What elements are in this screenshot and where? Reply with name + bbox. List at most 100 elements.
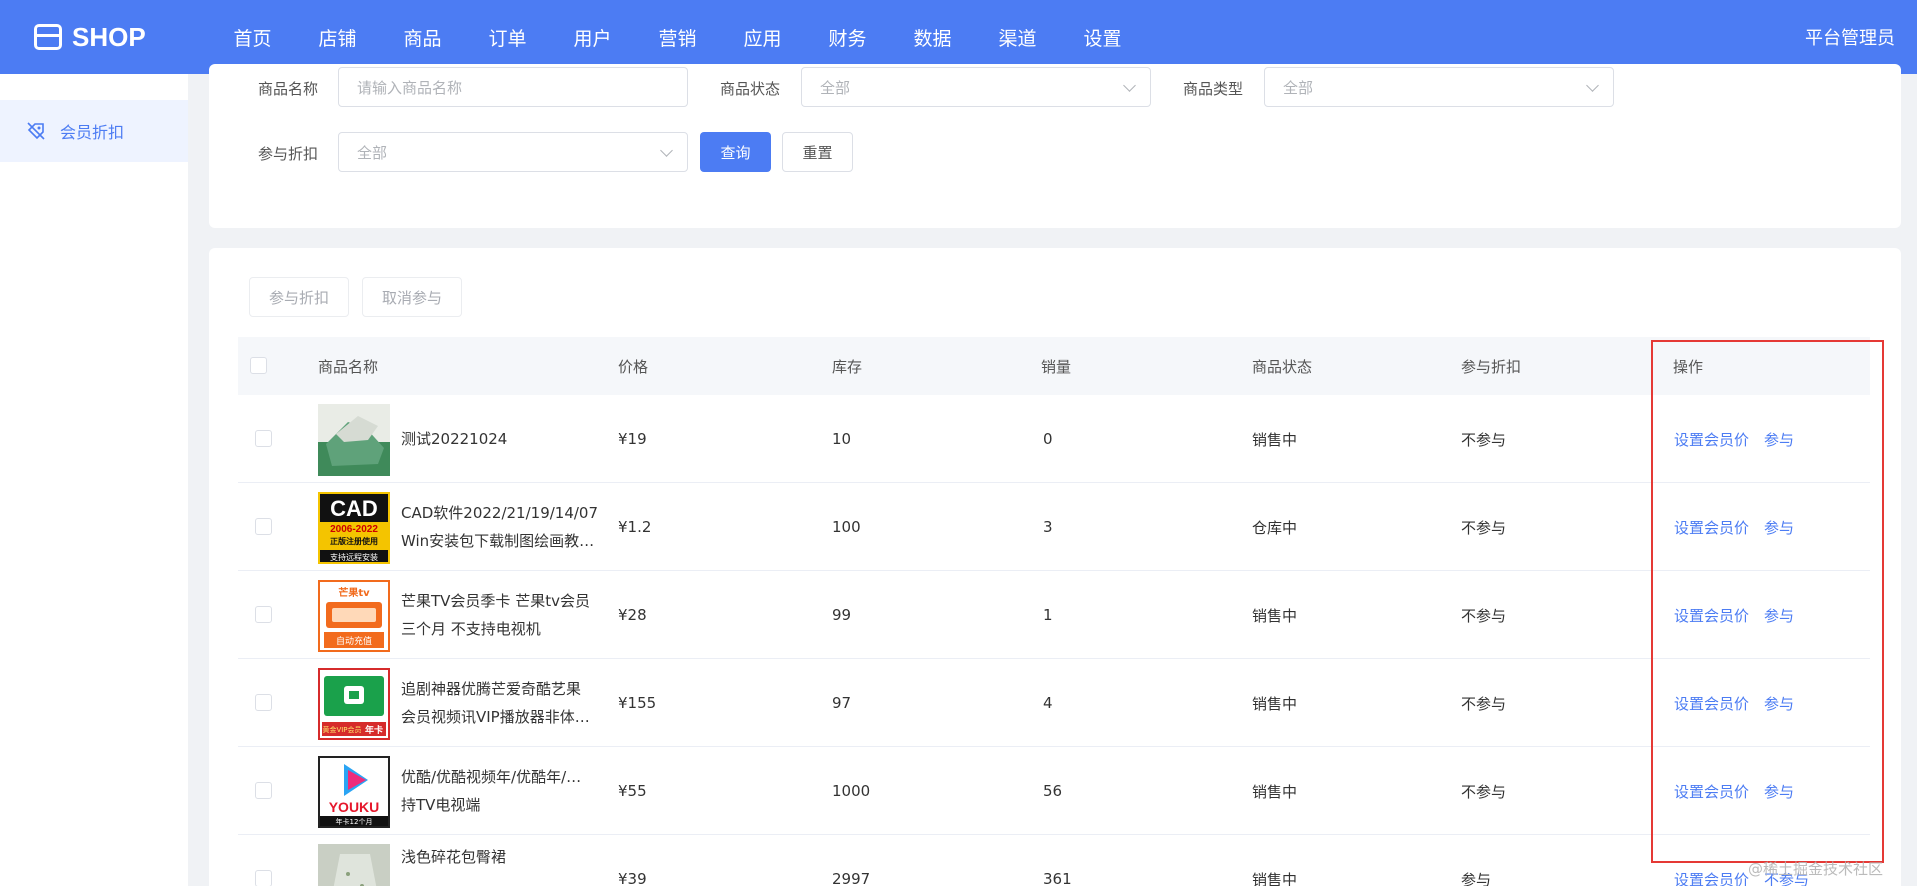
discount-cell: 不参与 <box>1461 782 1507 801</box>
join-discount-button[interactable]: 参与折扣 <box>249 277 349 317</box>
table-row: 芒果tv 自动充值 芒果TV会员季卡 芒果tv会员 三个月 不支持电视机 ¥28… <box>238 571 1870 659</box>
chevron-down-icon <box>1123 79 1136 92</box>
sidebar-item-member-discount[interactable]: 会员折扣 <box>0 100 188 162</box>
sales-cell: 361 <box>1043 870 1072 886</box>
top-nav-bar: SHOP 首页 店铺 商品 订单 用户 营销 应用 财务 数据 渠道 设置 平台… <box>0 0 1917 74</box>
product-thumbnail[interactable] <box>318 404 390 476</box>
status-cell: 销售中 <box>1252 870 1298 886</box>
column-header-name: 商品名称 <box>318 357 379 376</box>
cad-years: 2006-2022 <box>330 524 378 535</box>
product-thumbnail[interactable] <box>318 844 390 886</box>
vip-card-image: 黄金VIP会员 年卡 <box>318 668 390 740</box>
product-name-line: 芒果TV会员季卡 芒果tv会员 <box>401 592 590 610</box>
discount-filter-value: 全部 <box>357 143 388 162</box>
nav-item-users[interactable]: 用户 <box>550 0 635 74</box>
row-checkbox[interactable] <box>255 870 272 886</box>
sales-cell: 0 <box>1043 430 1053 448</box>
discount-filter-select[interactable]: 全部 <box>338 132 688 172</box>
stock-cell: 97 <box>832 694 852 712</box>
sales-cell: 3 <box>1043 518 1053 536</box>
product-name[interactable]: 追剧神器优腾芒爱奇酷艺果 会员视频讯VIP播放器非体… <box>401 659 599 747</box>
cad-title: CAD <box>330 496 378 521</box>
shop-icon <box>34 24 62 50</box>
logo[interactable]: SHOP <box>34 22 184 53</box>
sidebar-item-label: 会员折扣 <box>60 123 125 142</box>
chevron-down-icon <box>660 144 673 157</box>
cad-image: CAD 2006-2022 正版注册使用 支持远程安装 <box>318 492 390 564</box>
sidebar: 会员折扣 <box>0 74 188 886</box>
cad-registered: 正版注册使用 <box>330 536 378 546</box>
product-status-select[interactable]: 全部 <box>801 67 1151 107</box>
nav-item-apps[interactable]: 应用 <box>720 0 805 74</box>
product-name-line: 持TV电视端 <box>401 796 481 814</box>
table-row: 测试20221024 ¥19 10 0 销售中 不参与 设置会员价 参与 <box>238 395 1870 483</box>
column-header-stock: 库存 <box>832 357 863 376</box>
mango-auto-recharge: 自动充值 <box>336 635 372 647</box>
product-name[interactable]: CAD软件2022/21/19/14/07 Win安装包下载制图绘画教… <box>401 483 599 571</box>
price-cell: ¥19 <box>618 430 647 448</box>
product-type-select[interactable]: 全部 <box>1264 67 1614 107</box>
nav-item-finance[interactable]: 财务 <box>805 0 890 74</box>
nav-item-orders[interactable]: 订单 <box>465 0 550 74</box>
product-name-input[interactable]: 请输入商品名称 <box>338 67 688 107</box>
status-cell: 仓库中 <box>1252 518 1298 537</box>
stock-cell: 99 <box>832 606 852 624</box>
table-row: YOUKU 年卡12个月 优酷/优酷视频年/优酷年/… 持TV电视端 ¥55 1… <box>238 747 1870 835</box>
discount-cell: 不参与 <box>1461 694 1507 713</box>
price-cell: ¥28 <box>618 606 647 624</box>
stock-cell: 10 <box>832 430 852 448</box>
product-name[interactable]: 浅色碎花包臀裙 <box>401 835 599 886</box>
product-type-label: 商品类型 <box>1183 80 1244 98</box>
product-name-label: 商品名称 <box>258 80 319 98</box>
cancel-join-button[interactable]: 取消参与 <box>362 277 462 317</box>
product-name-line: 追剧神器优腾芒爱奇酷艺果 <box>401 680 582 698</box>
sales-cell: 56 <box>1043 782 1063 800</box>
sales-cell: 4 <box>1043 694 1053 712</box>
discount-cell: 不参与 <box>1461 518 1507 537</box>
nav-item-marketing[interactable]: 营销 <box>635 0 720 74</box>
stock-cell: 100 <box>832 518 861 536</box>
admin-menu[interactable]: 平台管理员 <box>1805 0 1895 74</box>
product-thumbnail[interactable]: 黄金VIP会员 年卡 <box>318 668 390 740</box>
table-header: 商品名称 价格 库存 销量 商品状态 参与折扣 操作 <box>238 337 1870 395</box>
nav-item-data[interactable]: 数据 <box>890 0 975 74</box>
query-button[interactable]: 查询 <box>700 132 771 172</box>
product-name-line: 浅色碎花包臀裙 <box>401 848 507 866</box>
product-name[interactable]: 优酷/优酷视频年/优酷年/… 持TV电视端 <box>401 747 599 835</box>
product-name-line: CAD软件2022/21/19/14/07 <box>401 504 599 522</box>
product-thumbnail[interactable]: 芒果tv 自动充值 <box>318 580 390 652</box>
row-checkbox[interactable] <box>255 782 272 799</box>
select-all-checkbox[interactable] <box>250 357 267 374</box>
nav-item-settings[interactable]: 设置 <box>1060 0 1145 74</box>
product-status-label: 商品状态 <box>720 80 781 98</box>
nav-item-channels[interactable]: 渠道 <box>975 0 1060 74</box>
youku-brand: YOUKU <box>329 799 380 815</box>
row-checkbox[interactable] <box>255 518 272 535</box>
discount-cell: 不参与 <box>1461 606 1507 625</box>
nav-item-products[interactable]: 商品 <box>380 0 465 74</box>
row-checkbox[interactable] <box>255 430 272 447</box>
mango-brand: 芒果tv <box>338 586 370 599</box>
chevron-down-icon <box>1586 79 1599 92</box>
cad-remote-install: 支持远程安装 <box>330 552 378 562</box>
table-row: CAD 2006-2022 正版注册使用 支持远程安装 CAD软件2022/21… <box>238 483 1870 571</box>
nav-item-home[interactable]: 首页 <box>210 0 295 74</box>
logo-text: SHOP <box>72 21 146 52</box>
product-name[interactable]: 芒果TV会员季卡 芒果tv会员 三个月 不支持电视机 <box>401 571 599 659</box>
price-cell: ¥39 <box>618 870 647 886</box>
youku-year-card: 年卡12个月 <box>336 817 373 826</box>
product-thumbnail[interactable]: YOUKU 年卡12个月 <box>318 756 390 828</box>
nav-item-store[interactable]: 店铺 <box>295 0 380 74</box>
discount-cell: 不参与 <box>1461 430 1507 449</box>
reset-button[interactable]: 重置 <box>782 132 853 172</box>
row-checkbox[interactable] <box>255 606 272 623</box>
product-thumbnail[interactable]: CAD 2006-2022 正版注册使用 支持远程安装 <box>318 492 390 564</box>
price-cell: ¥1.2 <box>618 518 652 536</box>
product-name-line: 会员视频讯VIP播放器非体… <box>401 708 590 726</box>
status-cell: 销售中 <box>1252 606 1298 625</box>
row-checkbox[interactable] <box>255 694 272 711</box>
product-name[interactable]: 测试20221024 <box>401 395 599 483</box>
column-header-status: 商品状态 <box>1252 357 1313 376</box>
product-name-line: Win安装包下载制图绘画教… <box>401 532 595 550</box>
vip-year-card: 年卡 <box>365 724 383 736</box>
